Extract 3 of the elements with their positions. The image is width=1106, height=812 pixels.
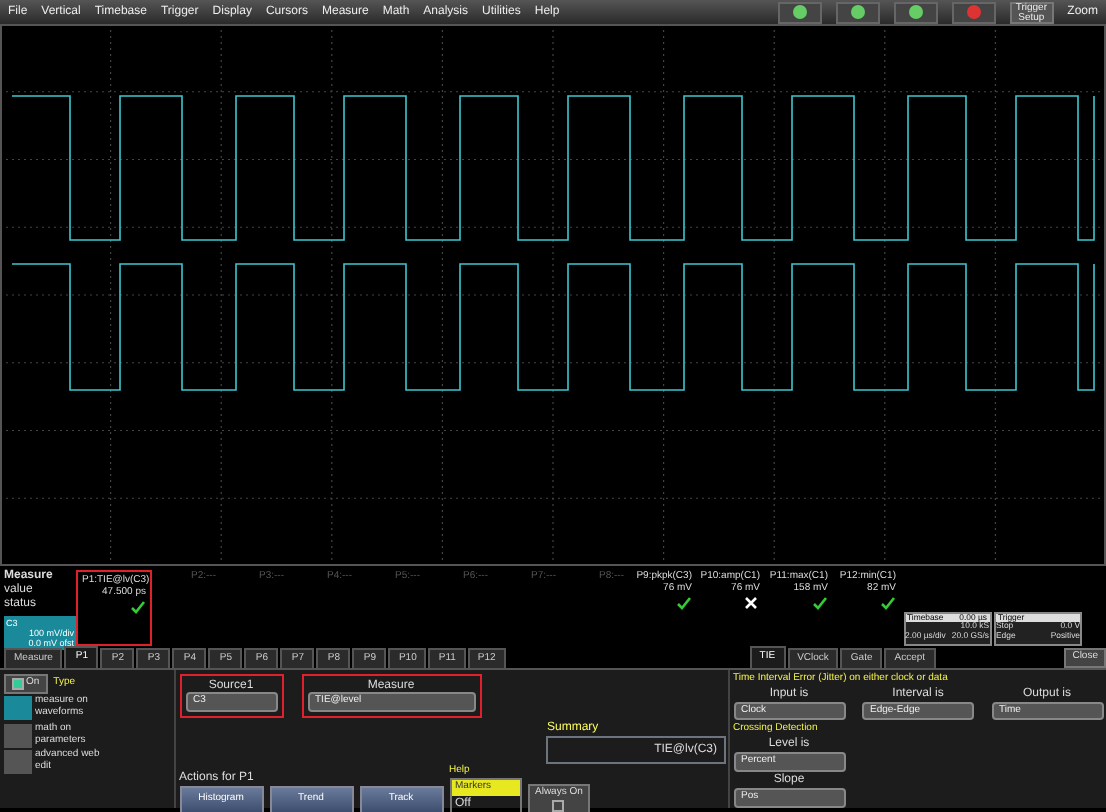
hand-cursor-button[interactable] [777,1,822,23]
one-shot-button[interactable] [893,1,938,23]
scope-probe-button[interactable] [835,1,880,23]
